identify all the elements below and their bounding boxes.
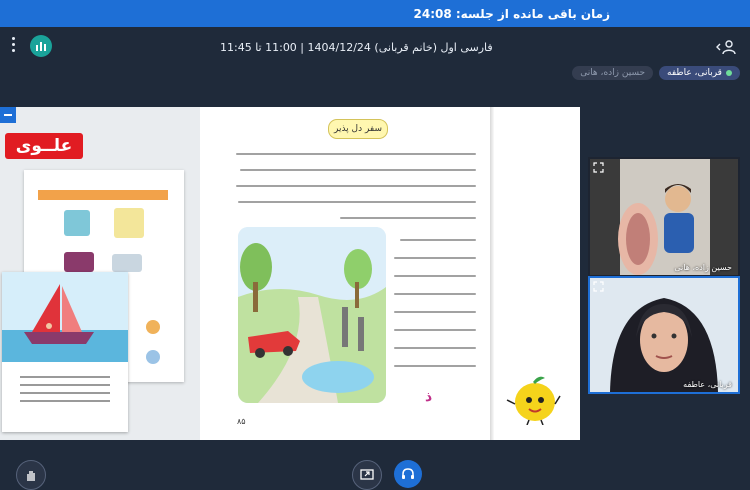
participant-chip-label: قربانی، عاطفه [667,68,722,78]
participant-chip[interactable]: قربانی، عاطفه [659,66,740,80]
expand-icon[interactable] [593,281,604,292]
participant-video-label: حسین زاده، هانی [674,263,732,272]
book-thumbnail-page [2,272,128,432]
lemon-mascot [506,376,561,425]
class-title: فارسی اول (خانم قربانی) 1404/12/24 | 11:… [220,41,493,54]
letter-label: ذ [425,389,433,405]
book-page: سفر دل پذیر ذ ۸۵ [200,107,580,440]
expand-icon[interactable] [593,162,604,173]
participant-chips: قربانی، عاطفه حسین زاده، هانی [572,66,740,80]
lesson-illustration [238,227,386,403]
participant-chip[interactable]: حسین زاده، هانی [572,66,654,80]
mic-active-icon [726,70,732,76]
boat-illustration [2,272,128,362]
raise-hand-button[interactable] [16,460,46,490]
session-time-remaining: زمان باقی مانده از جلسه: 24:08 [413,6,611,21]
publisher-logo: علــوی [5,133,83,159]
participant-chip-label: حسین زاده، هانی [580,68,646,78]
collapse-tab[interactable] [0,107,16,123]
participant-video-tile[interactable]: حسین زاده، هانی [588,157,740,277]
participant-video [590,278,738,392]
participant-video-tile[interactable]: قربانی، عاطفه [588,276,740,394]
user-icon[interactable] [716,39,736,55]
session-timer-banner: زمان باقی مانده از جلسه: 24:08 [0,0,750,27]
page-number: ۸۵ [237,417,246,426]
headset-icon [402,468,414,479]
participant-video [590,159,738,275]
shared-content-stage[interactable]: علــوی سفر دل پذیر ذ ۸۵ [0,107,580,440]
screen-share-button[interactable] [352,460,382,490]
participant-video-label: قربانی، عاطفه [683,380,732,389]
bar-chart-icon [36,42,46,51]
class-header: فارسی اول (خانم قربانی) 1404/12/24 | 11:… [0,27,750,67]
more-vertical-icon[interactable] [8,37,18,53]
audio-button[interactable] [394,460,422,488]
lesson-title: سفر دل پذیر [328,119,388,139]
stats-button[interactable] [30,35,52,57]
